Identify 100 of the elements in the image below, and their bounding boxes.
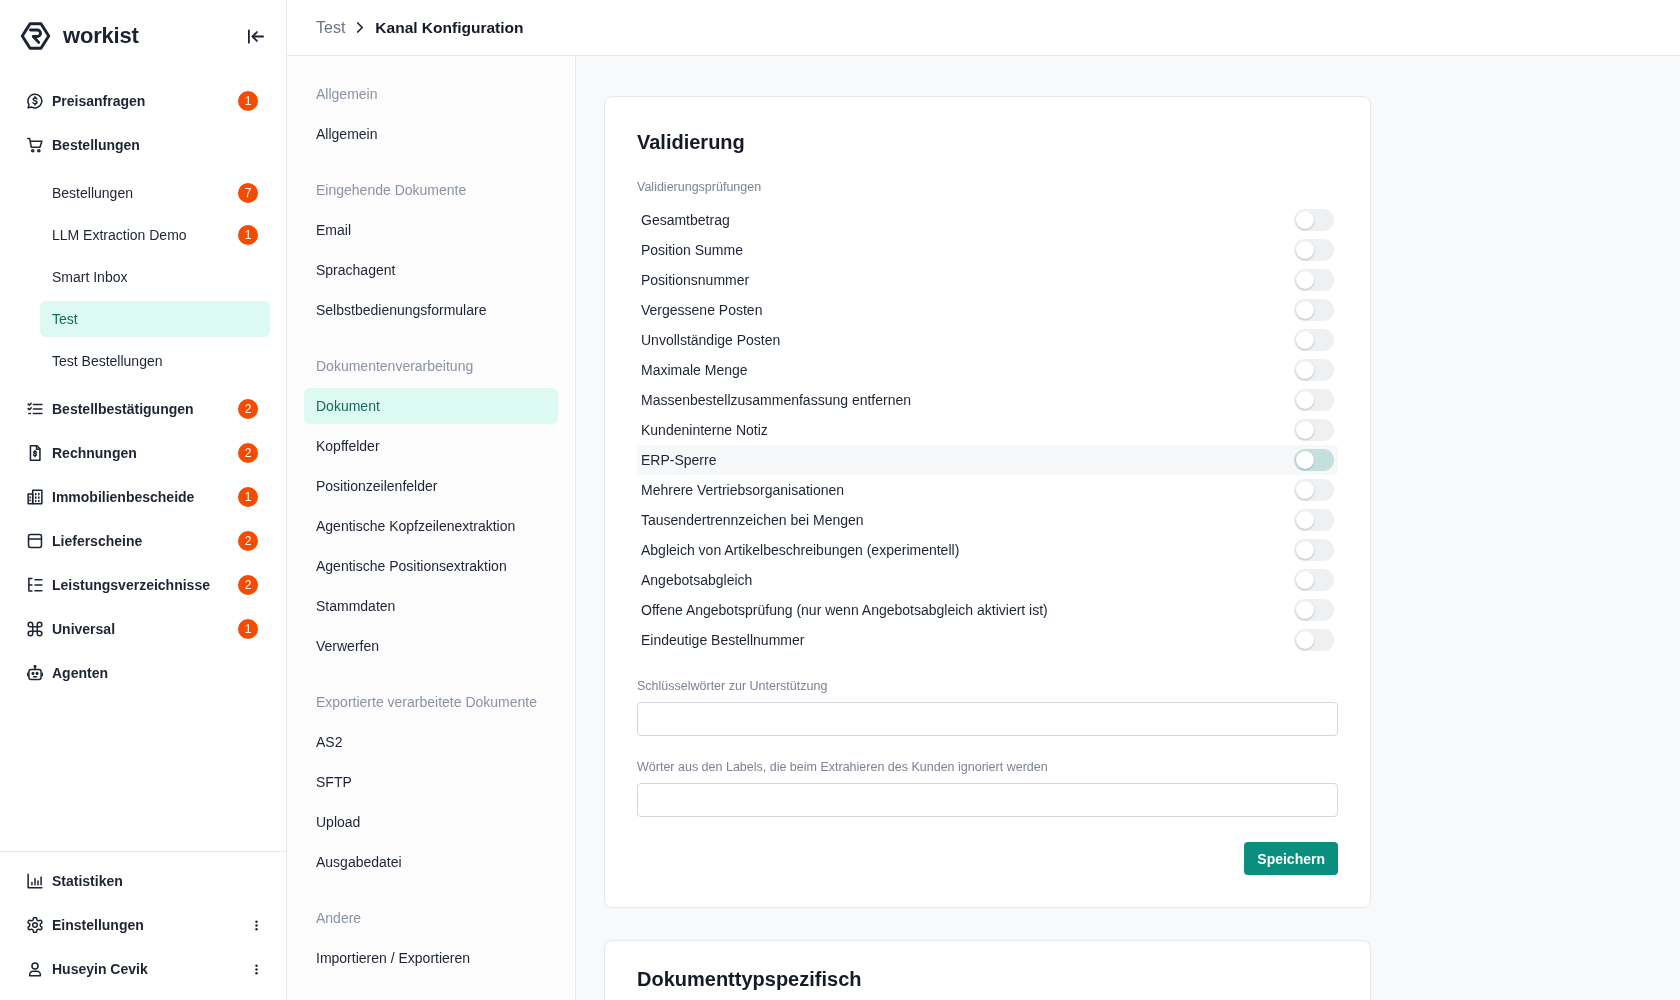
- toggle-switch[interactable]: [1294, 569, 1334, 591]
- settings-nav-item[interactable]: Sprachagent: [304, 252, 558, 288]
- nav-item[interactable]: Lieferscheine 2: [16, 523, 270, 559]
- nav-item[interactable]: LLM Extraction Demo 1: [40, 217, 270, 253]
- settings-nav-item[interactable]: Kopffelder: [304, 428, 558, 464]
- toggle-switch[interactable]: [1294, 359, 1334, 381]
- logo-mark-icon: [20, 21, 51, 51]
- settings-icon: [27, 917, 43, 933]
- notification-badge: 2: [238, 575, 258, 595]
- notification-badge: 1: [238, 91, 258, 111]
- card-title: Validierung: [637, 130, 746, 155]
- setting-label: Angebotsabgleich: [641, 572, 753, 588]
- nav-item[interactable]: Test: [40, 301, 270, 337]
- building-icon: [27, 489, 43, 505]
- nav-item[interactable]: Bestellungen: [16, 127, 270, 163]
- group-label: Validierungsprüfungen: [637, 179, 763, 196]
- command-key-icon: [27, 621, 43, 637]
- setting-label: Abgleich von Artikelbeschreibungen (experimentell): [641, 542, 960, 558]
- toggle-switch[interactable]: [1294, 269, 1334, 291]
- section-heading: Eingehende Dokumente: [315, 181, 468, 200]
- nav-item[interactable]: Immobilienbescheide 1: [16, 479, 270, 515]
- collapse-icon: [248, 28, 264, 44]
- toggle-switch[interactable]: [1294, 479, 1334, 501]
- toggle-switch[interactable]: [1294, 629, 1334, 651]
- breadcrumb-link[interactable]: Test: [316, 18, 346, 37]
- nav-item[interactable]: Bestellbestätigungen 2: [16, 391, 270, 427]
- notification-badge: 2: [238, 443, 258, 463]
- text-field[interactable]: [637, 702, 1338, 736]
- notification-badge: 2: [238, 531, 258, 551]
- toggle-switch[interactable]: [1294, 539, 1334, 561]
- setting-label: Mehrere Vertriebsorganisationen: [641, 482, 845, 498]
- package-icon: [27, 533, 43, 549]
- nav-item[interactable]: Test Bestellungen: [40, 343, 270, 379]
- nav-item[interactable]: Rechnungen 2: [16, 435, 270, 471]
- settings-nav-item[interactable]: Agentische Positionsextraktion: [304, 548, 558, 584]
- nav-item[interactable]: Huseyin Cevik: [16, 951, 270, 987]
- settings-nav-item[interactable]: Email: [304, 212, 558, 248]
- more-vertical-icon: [254, 919, 258, 931]
- card-title: Dokumenttypspezifisch: [637, 967, 863, 992]
- setting-label: Maximale Menge: [641, 362, 748, 378]
- setting-label: Tausendertrennzeichen bei Mengen: [641, 512, 864, 528]
- notification-badge: 7: [238, 183, 258, 203]
- field-label: Wörter aus den Labels, die beim Extrahieren des Kunden ignoriert werden: [637, 759, 1049, 776]
- setting-label: Massenbestellzusammenfassung entfernen: [641, 392, 912, 408]
- toggle-switch[interactable]: [1294, 299, 1334, 321]
- notification-badge: 1: [238, 487, 258, 507]
- toggle-switch[interactable]: [1294, 209, 1334, 231]
- nav-item[interactable]: Universal 1: [16, 611, 270, 647]
- settings-nav-item[interactable]: AS2: [304, 724, 558, 760]
- toggle-switch[interactable]: [1294, 419, 1334, 441]
- shopping-cart-icon: [27, 137, 43, 153]
- toggle-switch[interactable]: [1294, 449, 1334, 471]
- setting-label: Position Summe: [641, 242, 743, 258]
- invoice-document-icon: [27, 445, 43, 461]
- settings-nav-item[interactable]: Ausgabedatei: [304, 844, 558, 880]
- nav-item[interactable]: Leistungsverzeichnisse 2: [16, 567, 270, 603]
- user-icon: [27, 961, 43, 977]
- settings-nav-item[interactable]: Verwerfen: [304, 628, 558, 664]
- checklist-icon: [27, 401, 43, 417]
- chat-dollar-icon: [27, 93, 43, 109]
- chevron-right-icon: [357, 22, 364, 33]
- settings-nav-item[interactable]: Selbstbedienungsformulare: [304, 292, 558, 328]
- nav-item[interactable]: Agenten: [16, 655, 270, 691]
- setting-label: Kundeninterne Notiz: [641, 422, 768, 438]
- text-field[interactable]: [637, 783, 1338, 817]
- settings-nav-item[interactable]: Positionzeilenfelder: [304, 468, 558, 504]
- bar-chart-icon: [27, 873, 43, 889]
- settings-nav-item[interactable]: Allgemein: [304, 116, 558, 152]
- section-heading: Exportierte verarbeitete Dokumente: [315, 693, 538, 712]
- more-vertical-icon: [254, 963, 258, 975]
- nav-item[interactable]: Statistiken: [16, 863, 270, 899]
- settings-nav-item[interactable]: SFTP: [304, 764, 558, 800]
- toggle-switch[interactable]: [1294, 329, 1334, 351]
- section-heading: Allgemein: [315, 85, 379, 104]
- settings-nav-item[interactable]: Importieren / Exportieren: [304, 940, 558, 976]
- section-heading: Andere: [315, 909, 363, 928]
- section-heading: Dokumentenverarbeitung: [315, 357, 475, 376]
- notification-badge: 2: [238, 399, 258, 419]
- toggle-switch[interactable]: [1294, 389, 1334, 411]
- page-title: Kanal Konfiguration: [375, 18, 524, 37]
- tree-list-icon: [27, 577, 43, 593]
- settings-nav-item[interactable]: Stammdaten: [304, 588, 558, 624]
- setting-label: ERP-Sperre: [641, 452, 717, 468]
- save-button[interactable]: Speichern: [1244, 842, 1338, 875]
- setting-label: Eindeutige Bestellnummer: [641, 632, 805, 648]
- settings-nav-item[interactable]: Upload: [304, 804, 558, 840]
- nav-item[interactable]: Smart Inbox: [40, 259, 270, 295]
- setting-label: Unvollständige Posten: [641, 332, 781, 348]
- setting-label: Vergessene Posten: [641, 302, 763, 318]
- settings-nav-item[interactable]: Dokument: [304, 388, 558, 424]
- setting-label: Positionsnummer: [641, 272, 750, 288]
- brand-name: workist: [63, 23, 139, 49]
- nav-item[interactable]: Einstellungen: [16, 907, 270, 943]
- nav-item[interactable]: Preisanfragen 1: [16, 83, 270, 119]
- robot-icon: [27, 665, 43, 681]
- toggle-switch[interactable]: [1294, 239, 1334, 261]
- settings-nav-item[interactable]: Agentische Kopfzeilenextraktion: [304, 508, 558, 544]
- toggle-switch[interactable]: [1294, 599, 1334, 621]
- toggle-switch[interactable]: [1294, 509, 1334, 531]
- nav-item[interactable]: Bestellungen 7: [40, 175, 270, 211]
